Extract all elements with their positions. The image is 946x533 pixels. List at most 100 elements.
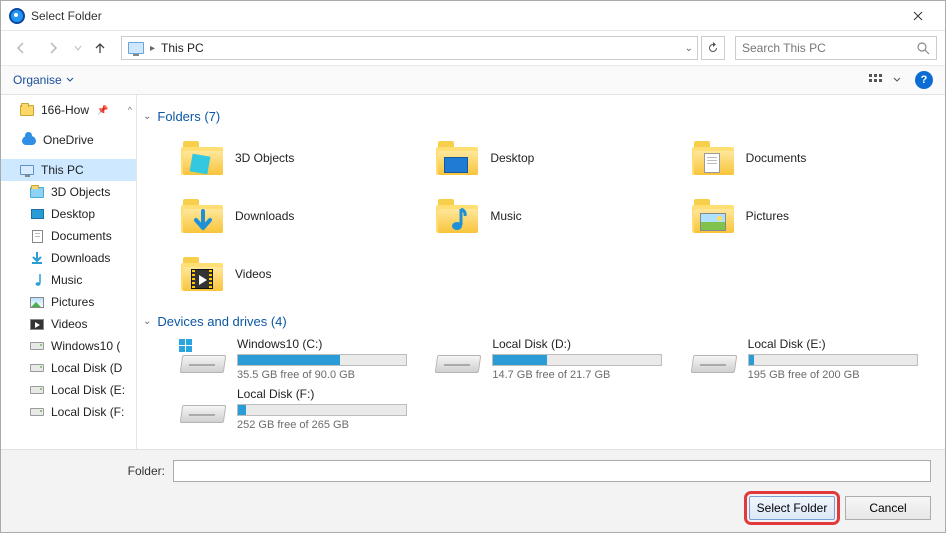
refresh-icon xyxy=(707,42,719,54)
titlebar: Select Folder xyxy=(1,1,945,31)
cancel-button[interactable]: Cancel xyxy=(845,496,931,520)
section-drives-header[interactable]: ⌄ Devices and drives (4) xyxy=(143,314,937,329)
chevron-down-icon xyxy=(66,76,74,84)
folder-icon xyxy=(181,141,223,175)
organise-menu[interactable]: Organise xyxy=(13,73,74,87)
documents-icon xyxy=(32,230,43,243)
tree-item-3d-objects[interactable]: 3D Objects xyxy=(1,181,136,203)
folder-videos[interactable]: Videos xyxy=(181,248,426,300)
drive-free-text: 252 GB free of 265 GB xyxy=(237,419,407,431)
tree-label: Local Disk (E: xyxy=(51,383,125,397)
usage-fill xyxy=(493,355,547,365)
folder-music[interactable]: Music xyxy=(436,190,681,242)
drive-free-text: 195 GB free of 200 GB xyxy=(748,369,918,381)
videos-icon xyxy=(30,319,44,330)
folder-pictures[interactable]: Pictures xyxy=(692,190,937,242)
tree-label: 166-How xyxy=(41,103,89,117)
folder-name-input[interactable] xyxy=(173,460,931,482)
drive-f[interactable]: Local Disk (F:) 252 GB free of 265 GB xyxy=(181,387,426,431)
tree-label: Pictures xyxy=(51,295,94,309)
folder-icon xyxy=(436,141,478,175)
tree-item-drive-d[interactable]: Local Disk (D xyxy=(1,357,136,379)
view-grid-icon xyxy=(869,74,883,86)
folders-grid: 3D Objects Desktop Documents Downloads xyxy=(181,132,937,300)
help-button[interactable]: ? xyxy=(915,71,933,89)
tree-label: Downloads xyxy=(51,251,110,265)
drive-icon xyxy=(30,386,44,394)
address-bar[interactable]: ▸ This PC ⌄ xyxy=(121,36,698,60)
tree-label: Videos xyxy=(51,317,87,331)
arrow-left-icon xyxy=(14,41,28,55)
drive-icon xyxy=(30,408,44,416)
tree-item-this-pc[interactable]: This PC xyxy=(1,159,136,181)
onedrive-icon xyxy=(22,136,36,145)
usage-bar xyxy=(237,354,407,366)
usage-bar xyxy=(492,354,662,366)
nav-bar: ▸ This PC ⌄ Search This PC xyxy=(1,31,945,65)
tree-item-pictures[interactable]: Pictures xyxy=(1,291,136,313)
folder-downloads[interactable]: Downloads xyxy=(181,190,426,242)
drive-name: Local Disk (D:) xyxy=(492,337,662,351)
section-folders-label: Folders (7) xyxy=(157,109,220,124)
search-input[interactable]: Search This PC xyxy=(735,36,937,60)
tree-item-desktop[interactable]: Desktop xyxy=(1,203,136,225)
chevron-down-icon[interactable]: ⌄ xyxy=(685,43,693,54)
up-button[interactable] xyxy=(89,37,111,59)
drive-c[interactable]: Windows10 (C:) 35.5 GB free of 90.0 GB xyxy=(181,337,426,381)
view-dropdown[interactable] xyxy=(891,69,903,91)
content-pane[interactable]: ⌄ Folders (7) 3D Objects Desktop Documen… xyxy=(137,95,945,449)
usage-bar xyxy=(748,354,918,366)
tree-item-downloads[interactable]: Downloads xyxy=(1,247,136,269)
tree-label: Music xyxy=(51,273,82,287)
tree-item-drive-e[interactable]: Local Disk (E: xyxy=(1,379,136,401)
dialog-body: 166-How 📌 ^ OneDrive This PC 3D Objects … xyxy=(1,95,945,449)
view-options-button[interactable] xyxy=(865,69,887,91)
chevron-down-icon xyxy=(893,76,901,84)
tree-item-documents[interactable]: Documents xyxy=(1,225,136,247)
folder-3d-objects[interactable]: 3D Objects xyxy=(181,132,426,184)
forward-button[interactable] xyxy=(39,34,67,62)
recent-dropdown[interactable] xyxy=(71,34,85,62)
tree-item-music[interactable]: Music xyxy=(1,269,136,291)
window-title: Select Folder xyxy=(31,9,895,23)
select-folder-dialog: Select Folder ▸ This PC ⌄ Search Th xyxy=(0,0,946,533)
back-button[interactable] xyxy=(7,34,35,62)
drive-d[interactable]: Local Disk (D:) 14.7 GB free of 21.7 GB xyxy=(436,337,681,381)
music-icon xyxy=(31,273,43,287)
arrow-up-icon xyxy=(93,41,107,55)
refresh-button[interactable] xyxy=(701,36,725,60)
folder-icon xyxy=(436,199,478,233)
folder-label: Desktop xyxy=(490,151,534,165)
tree-label: 3D Objects xyxy=(51,185,110,199)
drive-e[interactable]: Local Disk (E:) 195 GB free of 200 GB xyxy=(692,337,937,381)
chevron-down-icon: ⌄ xyxy=(143,316,151,327)
chevron-down-icon xyxy=(74,44,82,52)
tree-item-drive-c[interactable]: Windows10 ( xyxy=(1,335,136,357)
folder-label: Videos xyxy=(235,267,271,281)
drive-free-text: 14.7 GB free of 21.7 GB xyxy=(492,369,662,381)
tree-label: Local Disk (F: xyxy=(51,405,124,419)
close-button[interactable] xyxy=(895,1,941,31)
windows-logo-icon xyxy=(179,339,193,353)
tree-item-onedrive[interactable]: OneDrive xyxy=(1,129,136,151)
breadcrumb-location: This PC xyxy=(161,41,204,55)
nav-tree[interactable]: 166-How 📌 ^ OneDrive This PC 3D Objects … xyxy=(1,95,137,449)
close-icon xyxy=(913,11,923,21)
pictures-icon xyxy=(30,297,44,308)
tree-label: OneDrive xyxy=(43,133,94,147)
folder-desktop[interactable]: Desktop xyxy=(436,132,681,184)
tree-item-drive-f[interactable]: Local Disk (F: xyxy=(1,401,136,423)
section-folders-header[interactable]: ⌄ Folders (7) xyxy=(143,109,937,124)
arrow-right-icon xyxy=(46,41,60,55)
organise-label: Organise xyxy=(13,73,62,87)
folder-documents[interactable]: Documents xyxy=(692,132,937,184)
select-folder-button[interactable]: Select Folder xyxy=(749,496,835,520)
tree-item-videos[interactable]: Videos xyxy=(1,313,136,335)
folder-icon xyxy=(692,141,734,175)
drive-icon xyxy=(181,393,225,423)
section-drives-label: Devices and drives (4) xyxy=(157,314,286,329)
usage-bar xyxy=(237,404,407,416)
tree-item-quick[interactable]: 166-How 📌 ^ xyxy=(1,99,136,121)
drive-name: Windows10 (C:) xyxy=(237,337,407,351)
this-pc-icon xyxy=(20,165,34,175)
